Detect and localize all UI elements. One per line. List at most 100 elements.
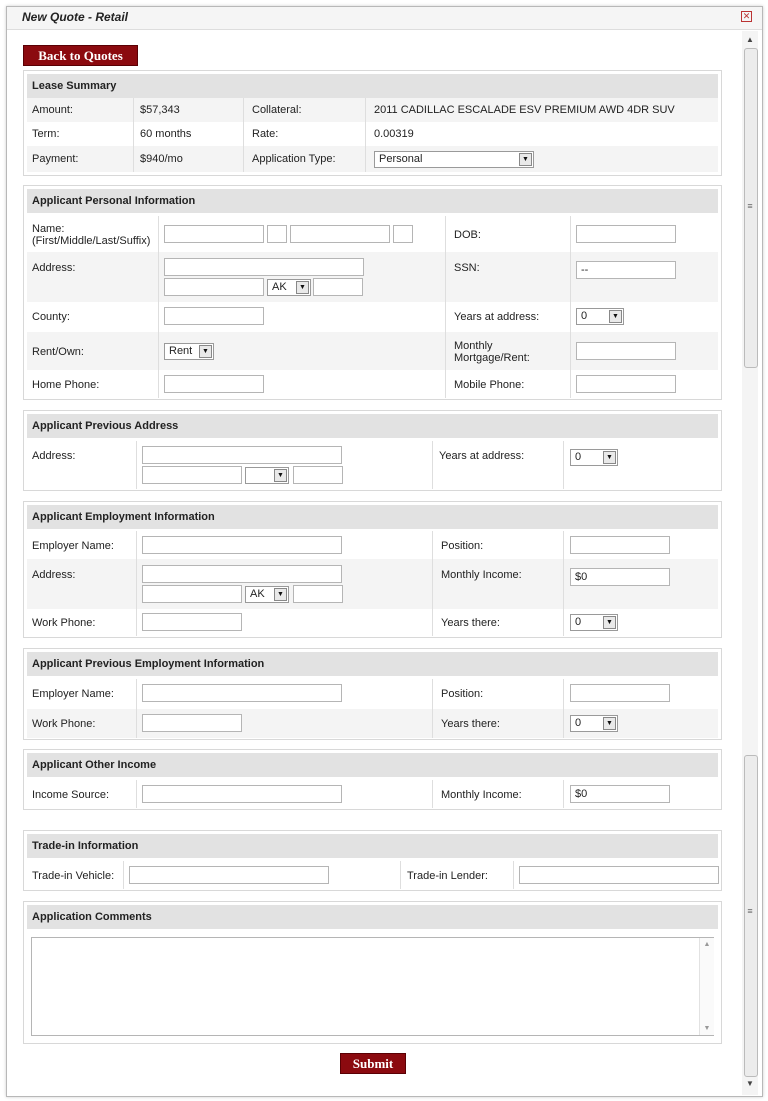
close-icon[interactable]: ✕	[741, 11, 752, 22]
scroll-up-icon[interactable]: ▲	[700, 938, 714, 948]
prev-position-input[interactable]	[570, 684, 670, 702]
personal-row-rent: Rent/Own: Rent ▼ Monthly Mortgage/Rent:	[27, 332, 718, 370]
county-input[interactable]	[164, 307, 264, 325]
dob-label: DOB:	[454, 229, 481, 241]
divider	[563, 609, 564, 636]
employer-zip-input[interactable]	[293, 585, 343, 603]
amount-label: Amount:	[32, 104, 73, 116]
chevron-down-icon[interactable]: ▼	[603, 717, 616, 730]
previous-zip-input[interactable]	[293, 466, 343, 484]
scroll-down-icon[interactable]: ▼	[742, 1077, 758, 1091]
employer-state-value: AK	[250, 588, 265, 600]
lease-summary-section: Lease Summary Amount: $57,343 Collateral…	[23, 70, 722, 176]
years-there-label: Years there:	[441, 617, 500, 629]
rent-own-select[interactable]: Rent ▼	[164, 343, 214, 360]
divider	[365, 98, 366, 122]
monthly-mortgage-input[interactable]	[576, 342, 676, 360]
chevron-down-icon[interactable]: ▼	[274, 588, 287, 601]
divider	[158, 370, 159, 398]
section-title: Application Comments	[27, 905, 718, 929]
divider	[432, 609, 433, 636]
divider	[563, 531, 564, 559]
vertical-scrollbar[interactable]: ▲ ≡ ≡ ▼	[742, 31, 758, 1095]
employer-address-line-input[interactable]	[142, 565, 342, 583]
grip-icon-lower: ≡	[747, 906, 753, 916]
previous-employment-section: Applicant Previous Employment Informatio…	[23, 648, 722, 740]
divider	[365, 146, 366, 172]
chevron-down-icon[interactable]: ▼	[603, 451, 616, 464]
previous-address-row: Address: ▼ Years at address: 0 ▼	[27, 441, 718, 489]
employer-name-input[interactable]	[142, 536, 342, 554]
divider	[432, 559, 433, 609]
prev-years-there-select[interactable]: 0 ▼	[570, 715, 618, 732]
first-name-input[interactable]	[164, 225, 264, 243]
trade-in-vehicle-label: Trade-in Vehicle:	[32, 870, 115, 882]
divider	[136, 679, 137, 709]
employer-state-select[interactable]: AK ▼	[245, 586, 289, 603]
term-value: 60 months	[140, 128, 192, 140]
city-input[interactable]	[164, 278, 264, 296]
application-type-select[interactable]: Personal ▼	[374, 151, 534, 168]
other-monthly-income-input[interactable]	[570, 785, 670, 803]
ssn-input[interactable]	[576, 261, 676, 279]
chevron-down-icon[interactable]: ▼	[603, 616, 616, 629]
divider	[563, 441, 564, 489]
scroll-down-icon[interactable]: ▼	[700, 1025, 714, 1032]
income-source-input[interactable]	[142, 785, 342, 803]
prev-work-phone-input[interactable]	[142, 714, 242, 732]
middle-initial-input[interactable]	[267, 225, 287, 243]
previous-state-select[interactable]: ▼	[245, 467, 289, 484]
position-input[interactable]	[570, 536, 670, 554]
back-to-quotes-button[interactable]: Back to Quotes	[23, 45, 138, 66]
divider	[136, 559, 137, 609]
comments-textarea[interactable]	[31, 937, 714, 1036]
divider	[136, 531, 137, 559]
rent-own-value: Rent	[169, 345, 193, 357]
state-value: AK	[272, 281, 287, 293]
lease-row-amount: Amount: $57,343 Collateral: 2011 CADILLA…	[27, 98, 718, 122]
divider	[365, 122, 366, 146]
divider	[133, 122, 134, 146]
quote-dialog: New Quote - Retail ✕ ▲ ≡ ≡ ▼ Back to Quo…	[6, 6, 763, 1097]
trade-in-lender-label: Trade-in Lender:	[407, 870, 488, 882]
divider	[570, 216, 571, 252]
previous-years-select[interactable]: 0 ▼	[570, 449, 618, 466]
prev-employer-name-input[interactable]	[142, 684, 342, 702]
employer-city-input[interactable]	[142, 585, 242, 603]
work-phone-input[interactable]	[142, 613, 242, 631]
zip-input[interactable]	[313, 278, 363, 296]
monthly-income-input[interactable]	[570, 568, 670, 586]
rent-own-label: Rent/Own:	[32, 346, 84, 358]
chevron-down-icon[interactable]: ▼	[199, 345, 212, 358]
suffix-input[interactable]	[393, 225, 413, 243]
years-there-select[interactable]: 0 ▼	[570, 614, 618, 631]
section-title: Lease Summary	[27, 74, 718, 98]
state-select[interactable]: AK ▼	[267, 279, 311, 296]
years-there-value: 0	[575, 616, 582, 628]
prev-employer-name-label: Employer Name:	[32, 688, 114, 700]
trade-in-vehicle-input[interactable]	[129, 866, 329, 884]
home-phone-input[interactable]	[164, 375, 264, 393]
dob-input[interactable]	[576, 225, 676, 243]
previous-address-line-input[interactable]	[142, 446, 342, 464]
chevron-down-icon[interactable]: ▼	[296, 281, 309, 294]
submit-button[interactable]: Submit	[340, 1053, 406, 1074]
chevron-down-icon[interactable]: ▼	[519, 153, 532, 166]
application-type-value: Personal	[379, 153, 423, 165]
years-at-address-select[interactable]: 0 ▼	[576, 308, 624, 325]
chevron-down-icon[interactable]: ▼	[274, 469, 287, 482]
scrollbar-thumb-lower[interactable]	[744, 755, 758, 1077]
years-at-address-label: Years at address:	[454, 311, 540, 323]
trade-in-lender-input[interactable]	[519, 866, 719, 884]
address-line-input[interactable]	[164, 258, 364, 276]
mobile-phone-input[interactable]	[576, 375, 676, 393]
previous-city-input[interactable]	[142, 466, 242, 484]
name-label: Name:	[32, 223, 65, 235]
chevron-down-icon[interactable]: ▼	[609, 310, 622, 323]
divider	[445, 252, 446, 302]
dialog-title: New Quote - Retail	[22, 10, 129, 24]
scroll-up-icon[interactable]: ▲	[742, 33, 758, 47]
employment-row-employer: Employer Name: Position:	[27, 531, 718, 559]
comments-scrollbar[interactable]: ▲ ▼	[699, 938, 714, 1035]
last-name-input[interactable]	[290, 225, 390, 243]
